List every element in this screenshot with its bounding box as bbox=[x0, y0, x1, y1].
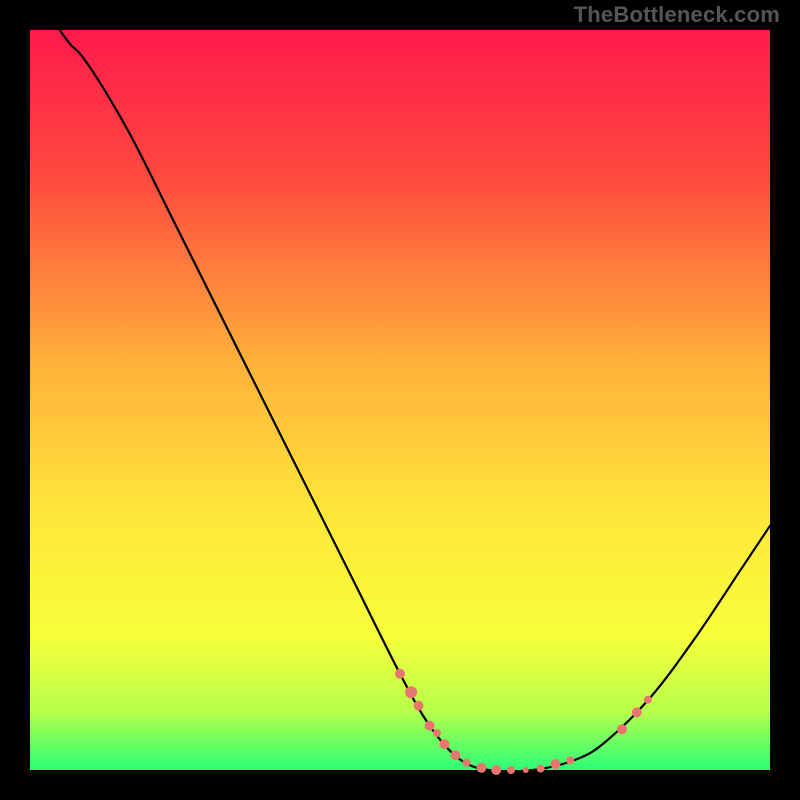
data-marker bbox=[617, 724, 627, 734]
watermark-text: TheBottleneck.com bbox=[574, 2, 780, 28]
data-marker bbox=[537, 765, 545, 773]
data-marker bbox=[463, 759, 471, 767]
data-marker bbox=[507, 766, 515, 774]
data-marker bbox=[491, 765, 501, 775]
data-marker bbox=[632, 707, 642, 717]
data-marker bbox=[414, 701, 424, 711]
data-marker bbox=[439, 739, 449, 749]
plot-background bbox=[30, 30, 770, 770]
data-marker bbox=[566, 756, 574, 764]
data-marker bbox=[476, 763, 486, 773]
bottleneck-chart bbox=[0, 0, 800, 800]
chart-frame: TheBottleneck.com bbox=[0, 0, 800, 800]
data-marker bbox=[451, 750, 461, 760]
data-marker bbox=[395, 669, 405, 679]
data-marker bbox=[425, 721, 435, 731]
data-marker bbox=[405, 686, 417, 698]
data-marker bbox=[523, 767, 529, 773]
data-marker bbox=[550, 759, 560, 769]
data-marker bbox=[433, 729, 441, 737]
data-marker bbox=[644, 696, 652, 704]
